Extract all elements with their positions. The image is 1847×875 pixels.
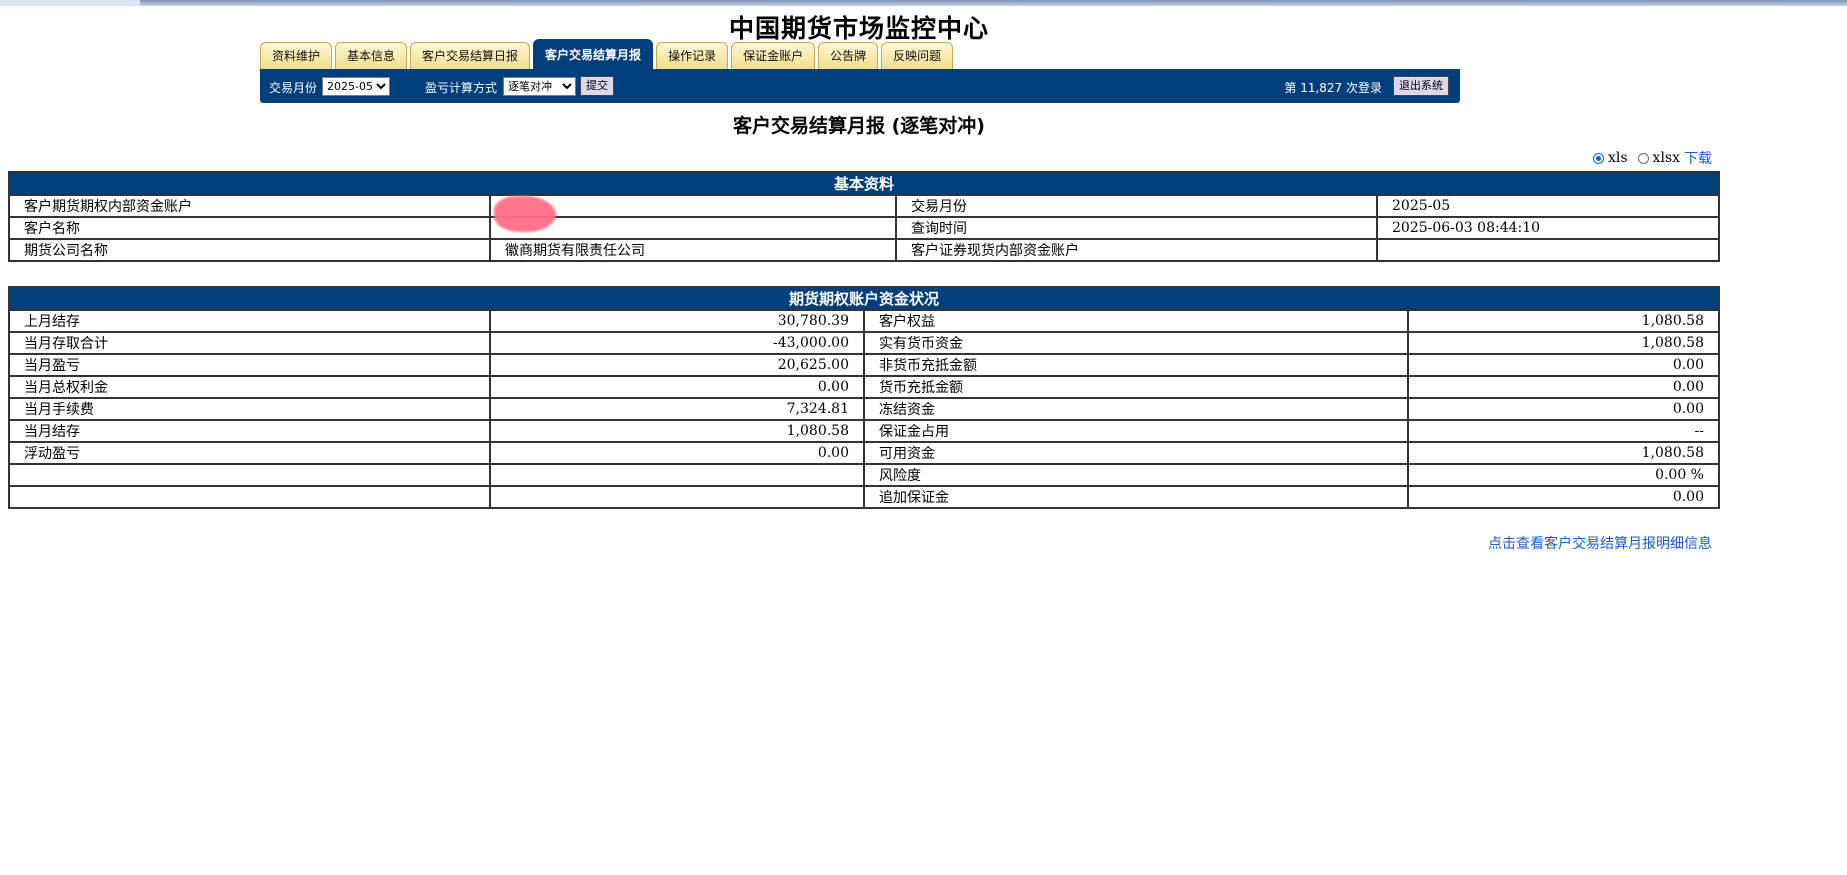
xlsx-radio[interactable] [1637, 152, 1649, 164]
cell-label: 保证金占用 [863, 419, 1409, 443]
window-title-strip [0, 0, 1847, 6]
cell-label: 当月手续费 [8, 397, 491, 421]
table-row: 当月盈亏 20,625.00 非货币充抵金额 0.00 [8, 353, 1720, 377]
cell-value [489, 485, 865, 509]
calc-method-label: 盈亏计算方式 [425, 81, 498, 95]
cell-label: 货币充抵金额 [863, 375, 1409, 399]
table-row: 当月手续费 7,324.81 冻结资金 0.00 [8, 397, 1720, 421]
funds-table: 期货期权账户资金状况 上月结存 30,780.39 客户权益 1,080.58 … [8, 286, 1720, 509]
cell-value: 2025-05 [1376, 194, 1720, 218]
cell-label: 当月盈亏 [8, 353, 491, 377]
cell-value [1376, 238, 1720, 262]
cell-label: 追加保证金 [863, 485, 1409, 509]
table-row: 客户期货期权内部资金账户 交易月份 2025-05 [8, 194, 1720, 218]
cell-label: 非货币充抵金额 [863, 353, 1409, 377]
cell-label [8, 485, 491, 509]
cell-label [8, 463, 491, 487]
redaction-mark [494, 196, 556, 232]
submit-button[interactable]: 提交 [580, 76, 614, 96]
cell-value: 7,324.81 [489, 397, 865, 421]
cell-value: -43,000.00 [489, 331, 865, 355]
cell-value: 30,780.39 [489, 309, 865, 333]
cell-value: 0.00 % [1407, 463, 1720, 487]
table-row: 期货公司名称 徽商期货有限责任公司 客户证券现货内部资金账户 [8, 238, 1720, 262]
cell-value: 20,625.00 [489, 353, 865, 377]
tab-daily-report[interactable]: 客户交易结算日报 [410, 42, 531, 70]
cell-label: 当月结存 [8, 419, 491, 443]
cell-value: 0.00 [489, 441, 865, 465]
cell-label: 上月结存 [8, 309, 491, 333]
tab-bulletin[interactable]: 公告牌 [818, 42, 879, 70]
table-row: 浮动盈亏 0.00 可用资金 1,080.58 [8, 441, 1720, 465]
cell-label: 交易月份 [895, 194, 1378, 218]
tab-profile[interactable]: 资料维护 [260, 42, 333, 70]
xls-radio[interactable] [1592, 152, 1604, 164]
cell-label: 客户期货期权内部资金账户 [8, 194, 491, 218]
xls-label: xls [1607, 150, 1628, 166]
main-tabs: 资料维护 基本信息 客户交易结算日报 客户交易结算月报 操作记录 保证金账户 公… [260, 39, 954, 70]
tab-monthly-report[interactable]: 客户交易结算月报 [533, 39, 654, 69]
cell-label: 当月存取合计 [8, 331, 491, 355]
cell-value: 1,080.58 [1407, 309, 1720, 333]
download-link[interactable]: 下载 [1684, 148, 1712, 168]
table-row: 上月结存 30,780.39 客户权益 1,080.58 [8, 309, 1720, 333]
window-title-tab [0, 0, 140, 6]
report-title: 客户交易结算月报 (逐笔对冲) [733, 115, 985, 137]
cell-value: 0.00 [1407, 353, 1720, 377]
xlsx-label: xlsx [1652, 150, 1680, 166]
month-select[interactable]: 2025-05 [322, 77, 390, 96]
logout-button[interactable]: 退出系统 [1393, 76, 1449, 96]
table-row: 客户名称 查询时间 2025-06-03 08:44:10 [8, 216, 1720, 240]
export-controls: xls xlsx 下载 [1592, 148, 1712, 168]
tab-feedback[interactable]: 反映问题 [881, 42, 954, 70]
table-row: 当月存取合计 -43,000.00 实有货币资金 1,080.58 [8, 331, 1720, 355]
basic-info-header: 基本资料 [8, 171, 1720, 196]
basic-info-table: 基本资料 客户期货期权内部资金账户 交易月份 2025-05 客户名称 查询时间… [8, 171, 1720, 262]
cell-value: 0.00 [1407, 485, 1720, 509]
tab-operation-log[interactable]: 操作记录 [656, 42, 729, 70]
calc-method-select[interactable]: 逐笔对冲 [503, 77, 576, 96]
cell-value: -- [1407, 419, 1720, 443]
month-label: 交易月份 [269, 81, 318, 95]
cell-label: 客户权益 [863, 309, 1409, 333]
cell-label: 浮动盈亏 [8, 441, 491, 465]
cell-value: 0.00 [489, 375, 865, 399]
cell-value: 1,080.58 [489, 419, 865, 443]
cell-value: 2025-06-03 08:44:10 [1376, 216, 1720, 240]
table-row: 当月总权利金 0.00 货币充抵金额 0.00 [8, 375, 1720, 399]
cell-label: 冻结资金 [863, 397, 1409, 421]
cell-value: 徽商期货有限责任公司 [489, 238, 897, 262]
funds-header: 期货期权账户资金状况 [8, 286, 1720, 311]
cell-label: 客户名称 [8, 216, 491, 240]
cell-value: 0.00 [1407, 375, 1720, 399]
cell-value: 0.00 [1407, 397, 1720, 421]
cell-label: 实有货币资金 [863, 331, 1409, 355]
cell-value: 1,080.58 [1407, 441, 1720, 465]
cell-value: 1,080.58 [1407, 331, 1720, 355]
cell-label: 风险度 [863, 463, 1409, 487]
query-toolbar: 交易月份 2025-05 盈亏计算方式 逐笔对冲 提交 第 11,827 次登录… [260, 69, 1460, 103]
table-row: 追加保证金 0.00 [8, 485, 1720, 509]
cell-value [489, 463, 865, 487]
tab-basic-info[interactable]: 基本信息 [335, 42, 408, 70]
cell-label: 客户证券现货内部资金账户 [895, 238, 1378, 262]
table-row: 风险度 0.00 % [8, 463, 1720, 487]
detail-link[interactable]: 点击查看客户交易结算月报明细信息 [1488, 533, 1712, 553]
site-title: 中国期货市场监控中心 [728, 14, 989, 43]
cell-label: 可用资金 [863, 441, 1409, 465]
cell-label: 期货公司名称 [8, 238, 491, 262]
login-count: 第 11,827 次登录 [1284, 81, 1382, 95]
tab-margin-account[interactable]: 保证金账户 [731, 42, 816, 70]
cell-label: 查询时间 [895, 216, 1378, 240]
table-row: 当月结存 1,080.58 保证金占用 -- [8, 419, 1720, 443]
cell-label: 当月总权利金 [8, 375, 491, 399]
